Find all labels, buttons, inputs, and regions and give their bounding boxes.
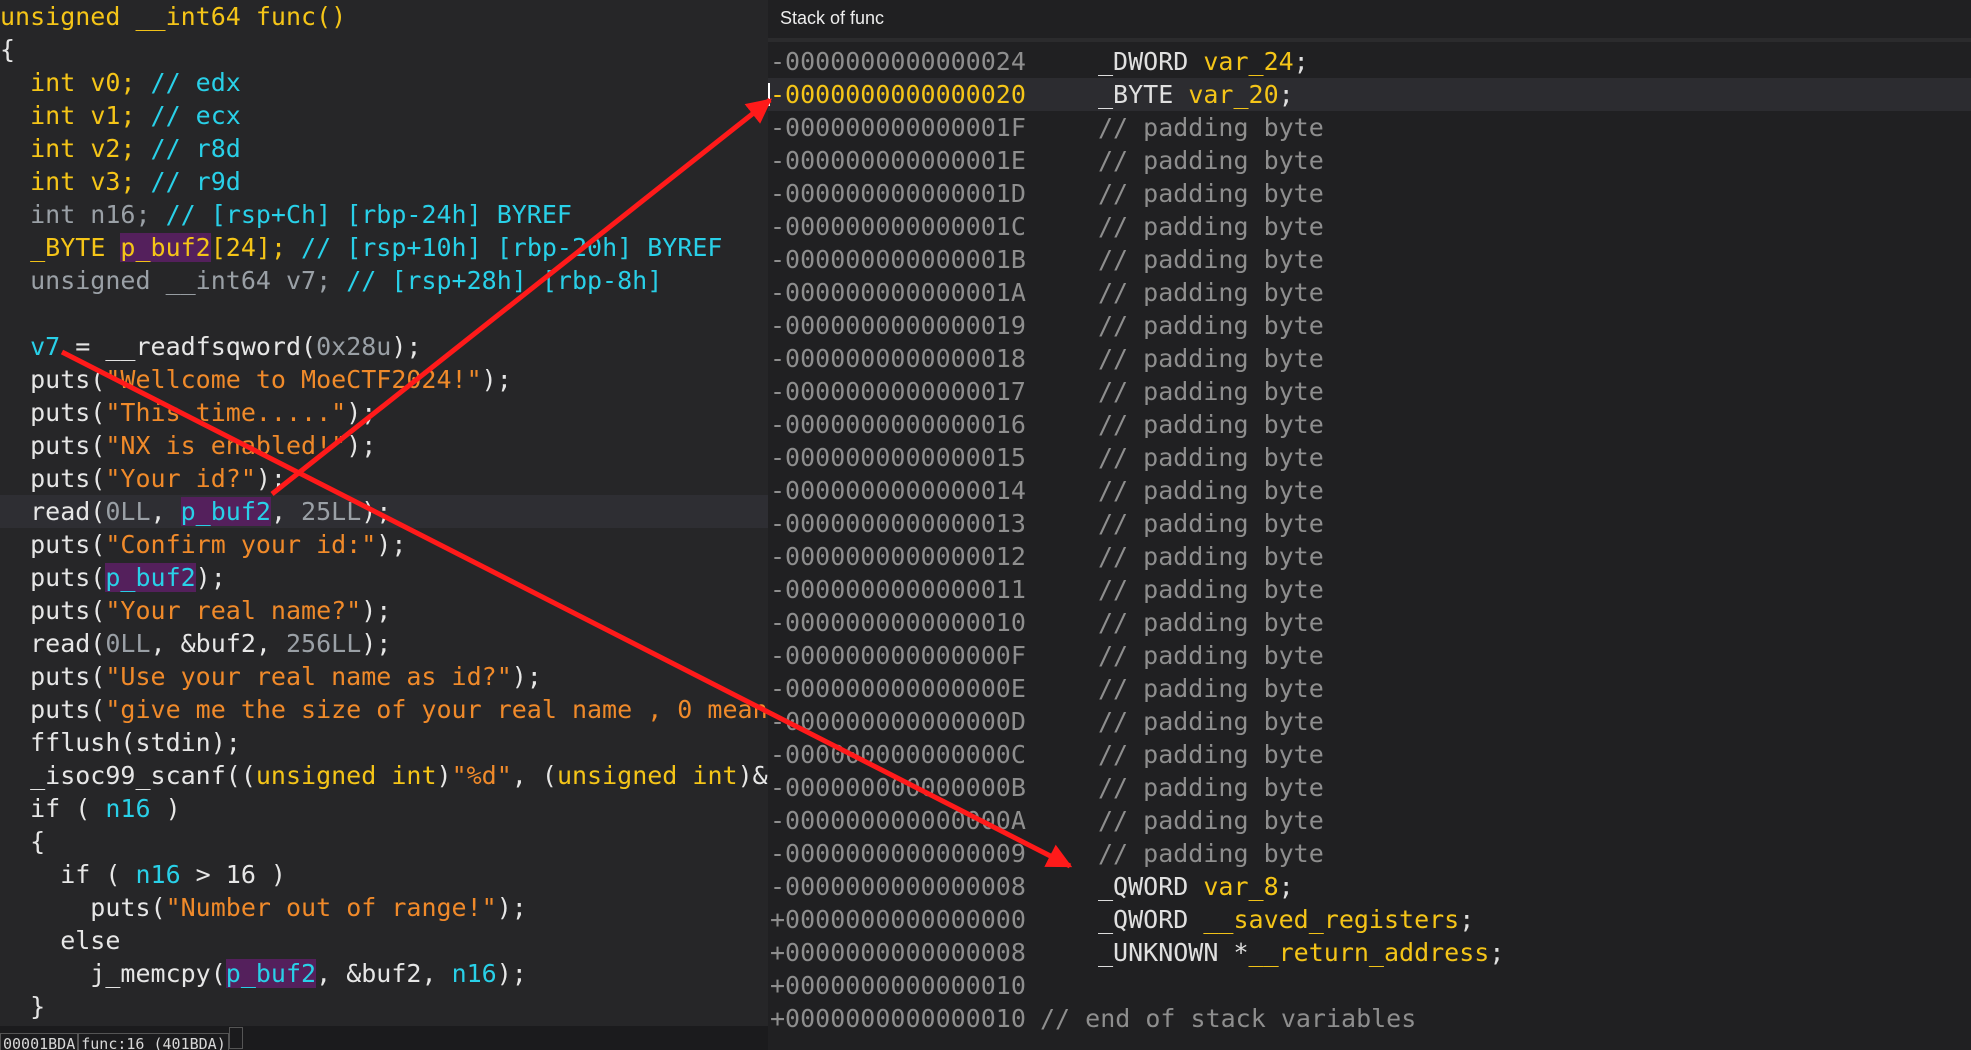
annotation-arrows: [60, 98, 1073, 869]
arrow-v7-to-var8: [60, 349, 1073, 869]
arrow-buf2-to-var20: [270, 98, 772, 496]
